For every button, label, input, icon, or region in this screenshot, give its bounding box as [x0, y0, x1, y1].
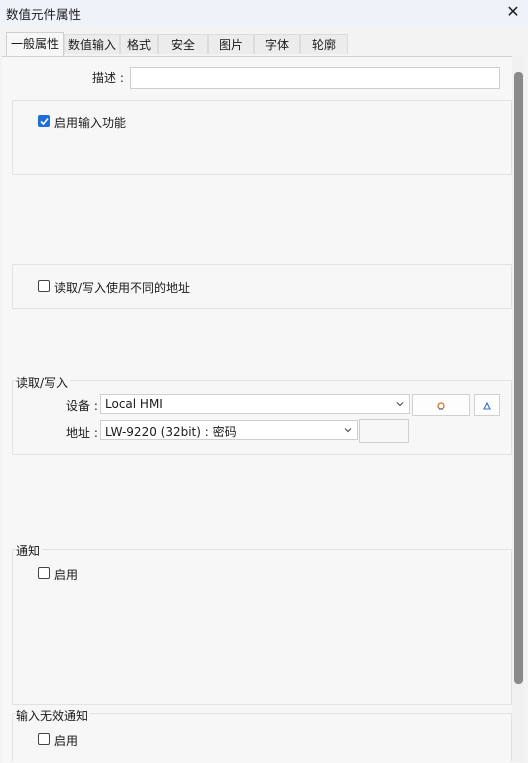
device-settings-button[interactable]	[412, 394, 470, 416]
rw-diff-addr-checkbox[interactable]	[38, 280, 50, 292]
tab-format[interactable]: 格式	[120, 34, 158, 54]
address-suffix-field[interactable]	[359, 419, 409, 443]
tab-picture[interactable]: 图片	[208, 34, 254, 54]
address-select-value: LW-9220 (32bit) : 密码	[105, 425, 237, 439]
device-select-value: Local HMI	[105, 397, 163, 411]
description-input[interactable]	[130, 67, 500, 89]
invalid-notify-enable-checkbox[interactable]	[38, 733, 50, 745]
tab-font[interactable]: 字体	[254, 34, 300, 54]
close-icon[interactable]: ✕	[502, 1, 524, 23]
invalid-notify-section-title: 输入无效通知	[16, 707, 91, 724]
tab-general[interactable]: 一般属性	[6, 32, 64, 56]
address-label: 地址 :	[66, 426, 98, 440]
read-write-section-title: 读取/写入	[16, 374, 71, 391]
device-tag-button[interactable]	[474, 394, 500, 416]
tag-icon	[482, 400, 492, 414]
chevron-down-icon	[343, 424, 353, 438]
input-function-group	[12, 100, 512, 175]
device-label: 设备 :	[66, 399, 98, 413]
notify-enable-label: 启用	[54, 568, 79, 582]
address-select[interactable]: LW-9220 (32bit) : 密码	[100, 420, 358, 440]
device-settings-icon	[436, 400, 446, 414]
window-title: 数值元件属性	[6, 7, 82, 22]
description-label: 描述 :	[92, 71, 124, 85]
tab-outline[interactable]: 轮廓	[300, 34, 348, 54]
notify-group	[12, 549, 512, 705]
enable-input-checkbox[interactable]	[38, 115, 50, 127]
general-tab-panel: 描述 : 启用输入功能 读取/写入使用不同的地址 读取/写入 设备 : Loca…	[2, 56, 512, 763]
invalid-notify-enable-label: 启用	[54, 734, 79, 748]
device-select[interactable]: Local HMI	[100, 394, 410, 414]
rw-diff-addr-label: 读取/写入使用不同的地址	[54, 281, 191, 295]
notify-section-title: 通知	[16, 542, 43, 559]
enable-input-label: 启用输入功能	[54, 116, 127, 130]
read-write-group	[12, 380, 512, 455]
scrollbar-thumb[interactable]	[514, 72, 523, 684]
notify-enable-checkbox[interactable]	[38, 567, 50, 579]
tab-numeric-input[interactable]: 数值输入	[64, 34, 120, 54]
chevron-down-icon	[395, 398, 405, 412]
tab-security[interactable]: 安全	[158, 34, 208, 54]
tab-bar: 一般属性 数值输入 格式 安全 图片 字体 轮廓	[0, 32, 528, 56]
title-bar: 数值元件属性 ✕	[0, 0, 528, 26]
